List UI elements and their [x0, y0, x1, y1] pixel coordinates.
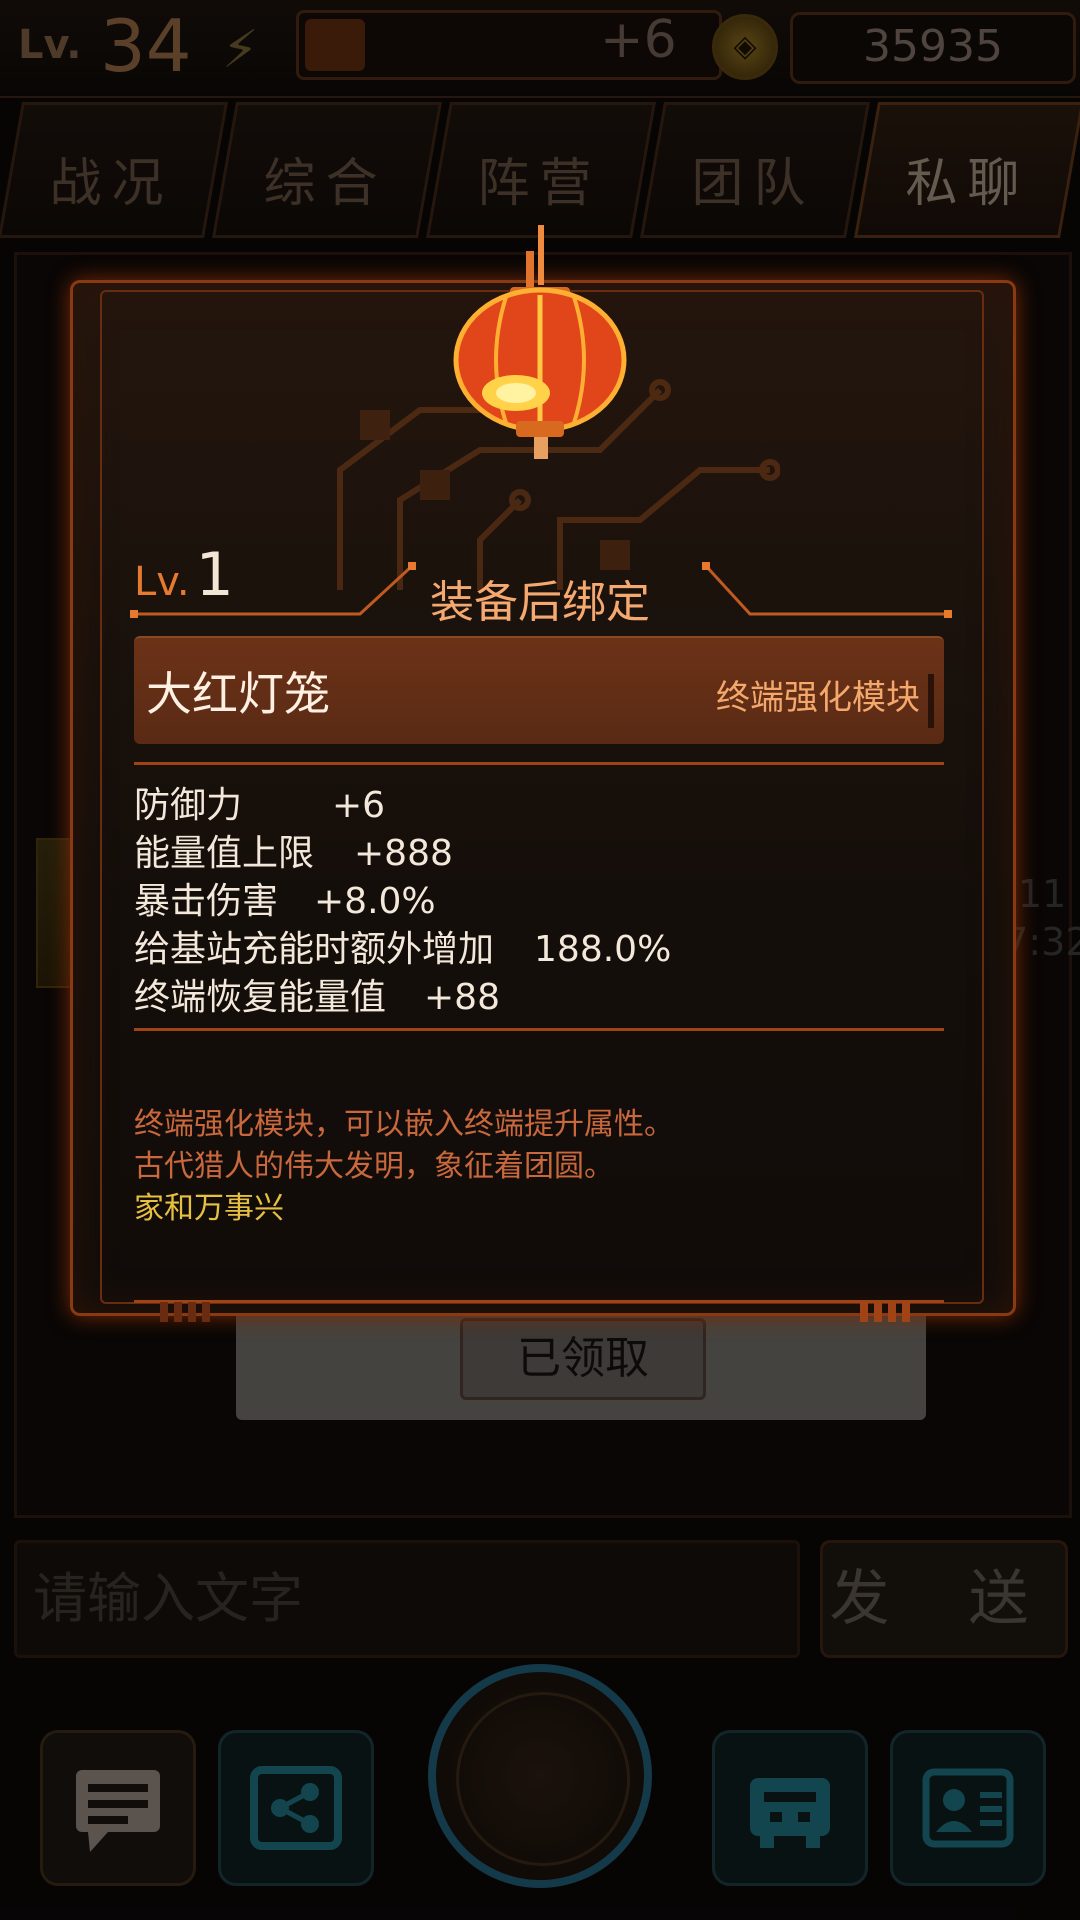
item-name-bar: 大红灯笼 终端强化模块: [134, 636, 944, 744]
stat-value: +8.0%: [314, 881, 436, 922]
red-lantern-icon: [453, 225, 627, 459]
stat-row: 暴击伤害 +8.0%: [134, 872, 671, 922]
grip-decoration-left: [160, 1302, 210, 1322]
item-description: 终端强化模块，可以嵌入终端提升属性。 古代猎人的伟大发明，象征着团圆。 家和万事…: [134, 1104, 674, 1230]
name-bar-tick: [928, 674, 934, 728]
description-flavor-line: 家和万事兴: [134, 1191, 284, 1226]
stat-key: 给基站充能时额外增加: [134, 929, 495, 970]
item-stats: 防御力 +6 能量值上限 +888 暴击伤害 +8.0% 给基站充能时额外增加 188.…: [134, 776, 672, 1018]
stats-separator-top: [134, 762, 944, 765]
description-line: 终端强化模块，可以嵌入终端提升属性。: [134, 1107, 674, 1142]
stats-separator-bottom: [134, 1028, 944, 1031]
modal-bottom-line: [134, 1300, 944, 1303]
grip-decoration-right: [860, 1302, 910, 1322]
stat-key: 能量值上限: [134, 833, 315, 874]
description-line: 古代猎人的伟大发明，象征着团圆。: [134, 1149, 614, 1184]
stat-value: +6: [332, 785, 386, 826]
stat-key: 防御力: [134, 785, 243, 826]
item-name: 大红灯笼: [146, 667, 330, 721]
item-type: 终端强化模块: [716, 678, 920, 718]
stat-key: 暴击伤害: [134, 881, 279, 922]
stat-row: 终端恢复能量值 +88: [134, 968, 671, 1018]
stat-value: +88: [424, 977, 500, 1018]
stat-key: 终端恢复能量值: [134, 977, 387, 1018]
stat-row: 防御力 +6: [134, 776, 671, 826]
stat-value: +888: [354, 833, 453, 874]
stat-row: 能量值上限 +888: [134, 824, 671, 874]
stat-value: 188.0%: [534, 929, 672, 970]
bind-on-equip-text: 装备后绑定: [430, 577, 650, 628]
stat-row: 给基站充能时额外增加 188.0%: [134, 920, 672, 970]
